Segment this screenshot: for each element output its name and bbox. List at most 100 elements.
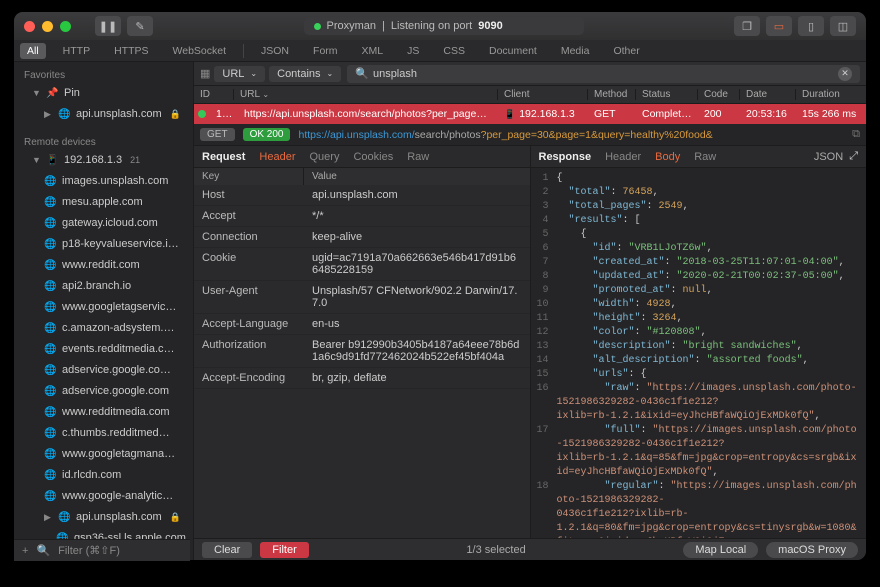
sidebar-item-host[interactable]: 🌐events.redditmedia.c… <box>14 339 193 360</box>
layout-3-button[interactable]: ◫ <box>830 16 856 36</box>
column-client[interactable]: Client <box>498 89 588 100</box>
tab-cookies[interactable]: Cookies <box>353 151 393 163</box>
filter-form[interactable]: Form <box>306 43 345 59</box>
remote-devices-header: Remote devices <box>14 133 193 150</box>
header-row[interactable]: Accept-Encodingbr, gzip, deflate <box>194 368 530 389</box>
sidebar-item-host[interactable]: 🌐api2.branch.io <box>14 276 193 297</box>
header-row[interactable]: User-AgentUnsplash/57 CFNetwork/902.2 Da… <box>194 281 530 314</box>
filter-button[interactable]: Filter <box>260 542 308 558</box>
sidebar-item-host[interactable]: 🌐www.reddit.com <box>14 255 193 276</box>
sidebar-item-host[interactable]: 🌐c.amazon-adsystem.… <box>14 318 193 339</box>
sidebar-item-api-unsplash[interactable]: ▶ 🌐 api.unsplash.com 🔒 <box>14 507 193 528</box>
field-select[interactable]: URL⌄ <box>214 66 265 82</box>
column-method[interactable]: Method <box>588 89 636 100</box>
request-summary-line: GET OK 200 https://api.unsplash.com/sear… <box>194 124 866 146</box>
filter-js[interactable]: JS <box>400 43 426 59</box>
filter-https[interactable]: HTTPS <box>107 43 155 59</box>
device-icon: 📱 <box>46 153 58 168</box>
sidebar-item-host[interactable]: 🌐id.rlcdn.com <box>14 465 193 486</box>
globe-icon: 🌐 <box>44 174 56 189</box>
windows-button[interactable]: ❐ <box>734 16 760 36</box>
sidebar-item-host[interactable]: 🌐c.thumbs.redditmed… <box>14 423 193 444</box>
header-row[interactable]: Accept-Languageen-us <box>194 314 530 335</box>
response-title: Response <box>539 151 592 163</box>
tab-query[interactable]: Query <box>309 151 339 163</box>
tab-raw[interactable]: Raw <box>694 151 716 163</box>
body-format-label[interactable]: JSON <box>814 151 843 163</box>
globe-icon: 🌐 <box>44 258 56 273</box>
sidebar-item-host[interactable]: 🌐www.googletagmana… <box>14 444 193 465</box>
sidebar-item-host[interactable]: 🌐mesu.apple.com <box>14 192 193 213</box>
header-row[interactable]: Hostapi.unsplash.com <box>194 185 530 206</box>
layout-2-button[interactable]: ▯ <box>798 16 824 36</box>
pause-button[interactable]: ❚❚ <box>95 16 121 36</box>
request-table-header: ID URL ⌄ Client Method Status Code Date … <box>194 86 866 104</box>
globe-icon: 🌐 <box>44 426 56 441</box>
pin-group[interactable]: ▼ 📌 Pin <box>14 83 193 104</box>
response-panel: Response Header Body Raw JSON ⤢ 1{2 "tot… <box>531 146 867 538</box>
globe-icon: 🌐 <box>44 216 56 231</box>
lock-icon: 🔒 <box>170 107 181 122</box>
column-url[interactable]: URL ⌄ <box>234 89 498 100</box>
titlebar: ❚❚ ✎ Proxyman | Listening on port 9090 ❐… <box>14 12 866 40</box>
tab-body[interactable]: Body <box>655 151 680 163</box>
globe-icon: 🌐 <box>44 489 56 504</box>
sidebar-item-host[interactable]: 🌐www.google-analytic… <box>14 486 193 507</box>
filter-json[interactable]: JSON <box>254 43 296 59</box>
column-id[interactable]: ID <box>194 89 234 100</box>
operator-select[interactable]: Contains⌄ <box>269 66 341 82</box>
device-item[interactable]: ▼ 📱 192.168.1.3 21 <box>14 150 193 171</box>
header-row[interactable]: Accept*/* <box>194 206 530 227</box>
filter-media[interactable]: Media <box>554 43 597 59</box>
sidebar-item-api-unsplash-pinned[interactable]: ▶ 🌐 api.unsplash.com 🔒 <box>14 104 193 125</box>
globe-icon: 🌐 <box>44 447 56 462</box>
add-button[interactable]: + <box>22 545 28 557</box>
column-code[interactable]: Code <box>698 89 740 100</box>
header-key-col: Key <box>194 168 304 185</box>
macos-proxy-button[interactable]: macOS Proxy <box>766 542 858 558</box>
maximize-window-button[interactable] <box>60 21 71 32</box>
sidebar-item-host[interactable]: 🌐www.redditmedia.com <box>14 402 193 423</box>
filter-document[interactable]: Document <box>482 43 544 59</box>
compose-button[interactable]: ✎ <box>127 16 153 36</box>
tab-header[interactable]: Header <box>605 151 641 163</box>
sidebar-filter-input[interactable]: Filter (⌘⇧F) <box>58 544 120 557</box>
globe-icon: 🌐 <box>58 510 70 525</box>
sidebar: Favorites ▼ 📌 Pin ▶ 🌐 api.unsplash.com 🔒… <box>14 62 194 560</box>
response-json-body[interactable]: 1{2 "total": 76458,3 "total_pages": 2549… <box>531 168 867 538</box>
traffic-lights <box>24 21 71 32</box>
map-local-button[interactable]: Map Local <box>683 542 758 558</box>
filter-css[interactable]: CSS <box>436 43 472 59</box>
sidebar-item-host[interactable]: 🌐adservice.google.co… <box>14 360 193 381</box>
header-row[interactable]: Connectionkeep-alive <box>194 227 530 248</box>
url-search-input[interactable]: 🔍 unsplash ✕ <box>347 65 860 83</box>
request-row-selected[interactable]: 147 https://api.unsplash.com/search/phot… <box>194 104 866 124</box>
filter-xml[interactable]: XML <box>355 43 391 59</box>
column-status[interactable]: Status <box>636 89 698 100</box>
clear-search-button[interactable]: ✕ <box>838 67 852 81</box>
close-window-button[interactable] <box>24 21 35 32</box>
filter-all[interactable]: All <box>20 43 46 59</box>
header-row[interactable]: AuthorizationBearer b912990b3405b4187a64… <box>194 335 530 368</box>
sidebar-item-host[interactable]: 🌐adservice.google.com <box>14 381 193 402</box>
sidebar-item-host[interactable]: 🌐www.googletagservic… <box>14 297 193 318</box>
sidebar-item-host[interactable]: 🌐p18-keyvalueservice.i… <box>14 234 193 255</box>
minimize-window-button[interactable] <box>42 21 53 32</box>
filter-http[interactable]: HTTP <box>56 43 97 59</box>
header-row[interactable]: Cookieugid=ac7191a70a662663e546b417d91b6… <box>194 248 530 281</box>
globe-icon: 🌐 <box>44 195 56 210</box>
layout-1-button[interactable]: ▭ <box>766 16 792 36</box>
tab-raw[interactable]: Raw <box>407 151 429 163</box>
sidebar-item-host[interactable]: 🌐gateway.icloud.com <box>14 213 193 234</box>
column-duration[interactable]: Duration <box>796 89 866 100</box>
status-dot-icon <box>314 23 321 30</box>
toolbar-toggle-icon[interactable]: ▦ <box>200 67 210 80</box>
filter-websocket[interactable]: WebSocket <box>166 43 234 59</box>
tab-header[interactable]: Header <box>259 151 295 163</box>
expand-icon[interactable]: ⤢ <box>849 150 858 163</box>
sidebar-item-host[interactable]: 🌐images.unsplash.com <box>14 171 193 192</box>
clear-button[interactable]: Clear <box>202 542 252 558</box>
column-date[interactable]: Date <box>740 89 796 100</box>
filter-other[interactable]: Other <box>606 43 646 59</box>
copy-icon[interactable]: ⧉ <box>852 128 860 141</box>
